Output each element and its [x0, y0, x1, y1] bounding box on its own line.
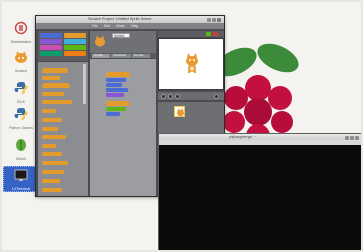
tab-label: Costumes [113, 54, 126, 57]
minimize-button[interactable] [345, 135, 349, 140]
scratch-menubar: File Edit Share Help [36, 23, 224, 29]
script-tabs: Scripts Costumes Sounds [90, 53, 156, 58]
tab-scripts[interactable]: Scripts [92, 53, 110, 58]
terminal-body[interactable] [159, 145, 363, 252]
script-block[interactable] [106, 88, 128, 92]
desktop-icon-trash[interactable]: Wastebasket [3, 20, 39, 44]
desktop-icon-python-games[interactable]: Python Games [3, 106, 39, 130]
script-block[interactable] [106, 112, 120, 116]
scripts-area[interactable] [90, 59, 156, 196]
block-category-panel [38, 31, 88, 61]
desktop-icon-label: Wastebasket [10, 40, 32, 44]
sprite-thumbnail[interactable] [174, 106, 185, 117]
terminal-icon [14, 169, 28, 181]
sprite-thumbnail-icon [95, 35, 105, 47]
close-button[interactable] [217, 17, 221, 22]
tab-sounds[interactable]: Sounds [132, 53, 150, 58]
palette-block[interactable] [42, 68, 68, 73]
scratch-cat-icon [15, 51, 27, 63]
category-control[interactable] [64, 33, 86, 38]
scratch-title-bar[interactable]: Scratch Project: Untitled Sprite Scene [36, 16, 224, 23]
tab-label: Scripts [94, 54, 103, 57]
new-sprite-file-button[interactable] [168, 93, 173, 99]
desktop-icon-label: IDLE [17, 100, 25, 104]
midori-icon [16, 139, 26, 151]
random-sprite-button[interactable] [175, 93, 180, 99]
palette-block[interactable] [42, 170, 64, 174]
stage-controls [158, 92, 224, 100]
palette-block[interactable] [42, 100, 72, 104]
scratch-window-title: Scratch Project: Untitled Sprite Scene [88, 17, 152, 21]
palette-block[interactable] [42, 83, 70, 88]
palette-scrollbar[interactable] [83, 64, 86, 104]
maximize-button[interactable] [350, 135, 354, 140]
palette-block[interactable] [42, 161, 68, 165]
sprite-name-field[interactable]: Sprite1 [112, 33, 130, 38]
palette-block[interactable] [42, 109, 56, 113]
palette-block[interactable] [42, 92, 64, 96]
maximize-button[interactable] [212, 17, 216, 22]
terminal-window[interactable]: pi@raspberrypi: ~ [158, 133, 363, 252]
script-block[interactable] [106, 78, 126, 82]
presentation-mode-button[interactable] [214, 93, 219, 99]
palette-block[interactable] [42, 179, 60, 183]
python-games-icon [14, 108, 28, 120]
desktop-icon-scratch[interactable]: Scratch [3, 49, 39, 73]
palette-block[interactable] [42, 135, 66, 139]
desktop-icon-label: Midori [16, 157, 26, 161]
desktop: Wastebasket Scratch IDLE Python Games Mi… [0, 0, 363, 252]
category-pen[interactable] [40, 51, 62, 56]
stage-toolbar [158, 31, 224, 37]
menu-edit[interactable]: Edit [104, 24, 110, 28]
green-flag-button[interactable] [206, 32, 211, 36]
script-block[interactable] [106, 107, 126, 111]
palette-block[interactable] [42, 144, 56, 148]
palette-block[interactable] [42, 118, 62, 122]
desktop-icon-label: Scratch [14, 69, 28, 73]
script-block[interactable] [106, 93, 124, 97]
category-motion[interactable] [40, 33, 62, 38]
sprite-name-value: Sprite1 [114, 34, 125, 39]
minimize-button[interactable] [207, 17, 211, 22]
scratch-cat-icon [177, 108, 184, 117]
scratch-cat-sprite[interactable] [183, 53, 201, 73]
desktop-icon-label: LXTerminal [12, 187, 30, 191]
script-block[interactable] [106, 83, 122, 87]
tab-label: Sounds [134, 54, 144, 57]
stop-button[interactable] [213, 32, 218, 36]
tab-costumes[interactable]: Costumes [111, 53, 131, 58]
menu-help[interactable]: Help [131, 24, 138, 28]
python-idle-icon [14, 82, 28, 94]
menu-share[interactable]: Share [116, 24, 125, 28]
menu-file[interactable]: File [92, 24, 97, 28]
category-sound[interactable] [40, 45, 62, 50]
desktop-icon-midori[interactable]: Midori [3, 137, 39, 161]
palette-block[interactable] [42, 127, 58, 131]
stage[interactable] [158, 38, 224, 90]
new-sprite-paint-button[interactable] [161, 93, 166, 99]
terminal-window-title: pi@raspberrypi: ~ [229, 135, 256, 139]
palette-block[interactable] [42, 76, 60, 80]
trash-icon [14, 21, 28, 35]
block-palette [38, 62, 88, 196]
category-looks[interactable] [40, 39, 62, 44]
desktop-icon-terminal[interactable]: LXTerminal [3, 166, 39, 193]
desktop-icon-idle[interactable]: IDLE [3, 80, 39, 104]
close-button[interactable] [355, 135, 359, 140]
palette-block[interactable] [42, 152, 62, 156]
category-sensing[interactable] [64, 39, 86, 44]
palette-block[interactable] [42, 188, 62, 192]
category-variables[interactable] [64, 51, 86, 56]
script-block[interactable] [106, 72, 130, 77]
category-operators[interactable] [64, 45, 86, 50]
desktop-icon-label: Python Games [9, 126, 33, 130]
script-block[interactable] [106, 101, 130, 106]
